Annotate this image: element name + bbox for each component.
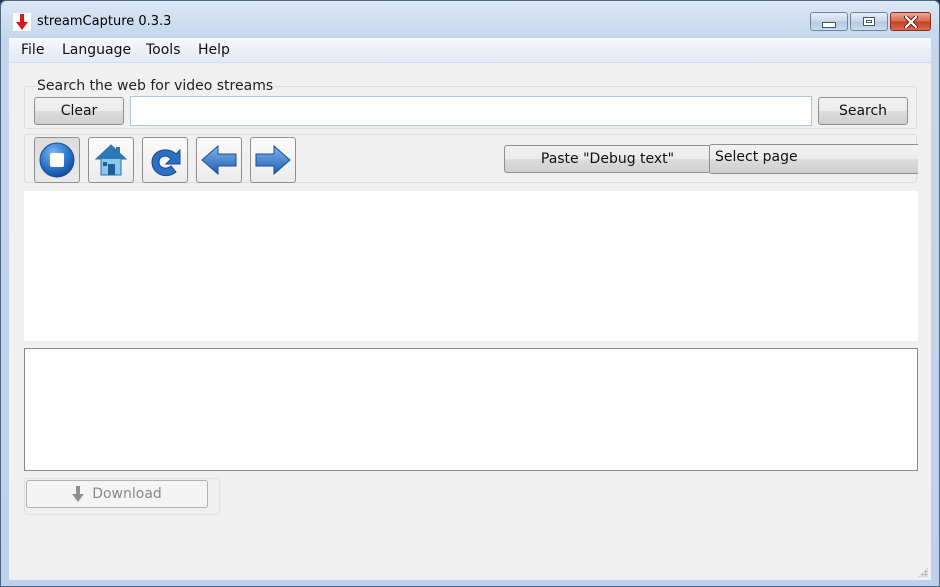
maximize-button[interactable]: [850, 12, 888, 31]
reload-button[interactable]: [142, 137, 188, 183]
menu-tools[interactable]: Tools: [144, 42, 183, 58]
stop-icon: [39, 142, 75, 178]
resize-grip[interactable]: [918, 567, 928, 577]
back-button[interactable]: [196, 137, 242, 183]
window-title: streamCapture 0.3.3: [37, 14, 172, 29]
search-button[interactable]: Search: [818, 97, 908, 125]
minimize-button[interactable]: [810, 12, 848, 31]
forward-arrow-icon: [255, 144, 291, 176]
download-label: Download: [92, 486, 162, 502]
minimize-icon: [822, 21, 836, 28]
stop-button[interactable]: [34, 137, 80, 183]
back-arrow-icon: [201, 144, 237, 176]
app-download-icon: [13, 13, 31, 31]
search-group-title: Search the web for video streams: [36, 78, 275, 94]
close-icon: [903, 15, 918, 28]
select-page-dropdown[interactable]: Select page: [709, 144, 918, 174]
menu-help[interactable]: Help: [196, 42, 232, 58]
title-bar[interactable]: streamCapture 0.3.3: [1, 1, 939, 38]
download-button[interactable]: Download: [26, 480, 208, 508]
home-icon: [94, 144, 128, 176]
close-button[interactable]: [890, 12, 931, 31]
menu-bar: File Language Tools Help: [9, 38, 931, 63]
clear-button[interactable]: Clear: [34, 97, 124, 125]
paste-debug-text-button[interactable]: Paste "Debug text": [504, 145, 711, 173]
forward-button[interactable]: [250, 137, 296, 183]
reload-icon: [151, 148, 181, 177]
web-view[interactable]: [24, 191, 918, 341]
app-window: streamCapture 0.3.3 File Language Tools …: [0, 0, 940, 587]
menu-file[interactable]: File: [19, 42, 46, 58]
search-input[interactable]: [130, 96, 812, 126]
menu-language[interactable]: Language: [60, 42, 133, 58]
main-area: File Language Tools Help Search the web …: [9, 38, 931, 580]
maximize-icon: [863, 17, 875, 26]
home-button[interactable]: [88, 137, 134, 183]
output-text-area[interactable]: [24, 348, 918, 471]
download-arrow-icon: [72, 486, 85, 502]
